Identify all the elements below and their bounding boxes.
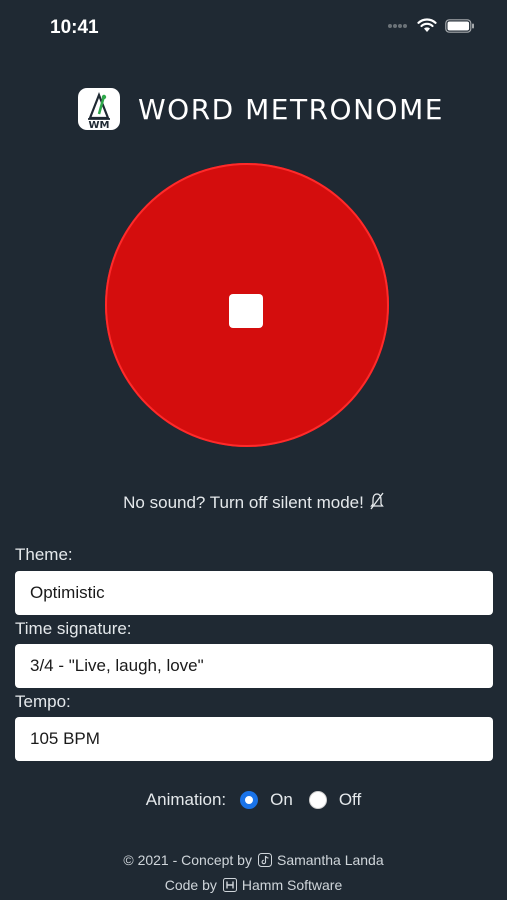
battery-icon xyxy=(445,18,474,33)
status-bar: 10:41 xyxy=(0,0,507,56)
app-header: WM WORD METRONOME xyxy=(78,88,444,130)
tempo-select[interactable]: 105 BPM xyxy=(15,717,493,761)
footer-concept-author[interactable]: Samantha Landa xyxy=(277,852,384,868)
status-time: 10:41 xyxy=(50,17,99,38)
theme-label: Theme: xyxy=(15,545,73,564)
footer-code-author[interactable]: Hamm Software xyxy=(242,877,342,893)
animation-on-label[interactable]: On xyxy=(270,790,293,810)
tempo-label: Tempo: xyxy=(15,692,71,711)
silent-mode-hint: No sound? Turn off silent mode! xyxy=(0,492,507,515)
play-stop-button[interactable] xyxy=(105,163,389,447)
footer-code-line: Code by Hamm Software xyxy=(0,877,507,893)
logo-text: WM xyxy=(89,120,110,130)
app-logo: WM xyxy=(78,88,120,130)
footer-code-prefix: Code by xyxy=(164,877,217,893)
footer-concept-line: © 2021 - Concept by Samantha Landa xyxy=(0,852,507,868)
animation-setting: Animation: On Off xyxy=(0,790,507,810)
tiktok-icon xyxy=(257,853,272,867)
signal-icon xyxy=(388,23,407,28)
theme-value: Optimistic xyxy=(30,583,105,602)
status-icons xyxy=(387,18,475,33)
time-signature-select[interactable]: 3/4 - "Live, laugh, love" xyxy=(15,644,493,688)
wifi-icon xyxy=(417,18,437,32)
footer-concept-prefix: © 2021 - Concept by xyxy=(123,852,252,868)
animation-on-radio[interactable] xyxy=(240,791,259,809)
tempo-value: 105 BPM xyxy=(30,729,100,748)
stop-icon xyxy=(229,294,263,328)
animation-label: Animation: xyxy=(145,790,227,809)
time-signature-label: Time signature: xyxy=(15,619,132,638)
theme-select[interactable]: Optimistic xyxy=(15,571,493,615)
silent-mode-hint-text: No sound? Turn off silent mode! xyxy=(123,493,364,512)
animation-off-radio[interactable] xyxy=(308,791,327,809)
metronome-logo-icon: WM xyxy=(88,91,110,130)
hamm-software-icon xyxy=(222,878,237,892)
app-title: WORD METRONOME xyxy=(138,92,444,126)
time-signature-value: 3/4 - "Live, laugh, love" xyxy=(30,656,204,675)
muted-bell-icon xyxy=(370,492,384,515)
animation-off-label[interactable]: Off xyxy=(339,790,361,810)
